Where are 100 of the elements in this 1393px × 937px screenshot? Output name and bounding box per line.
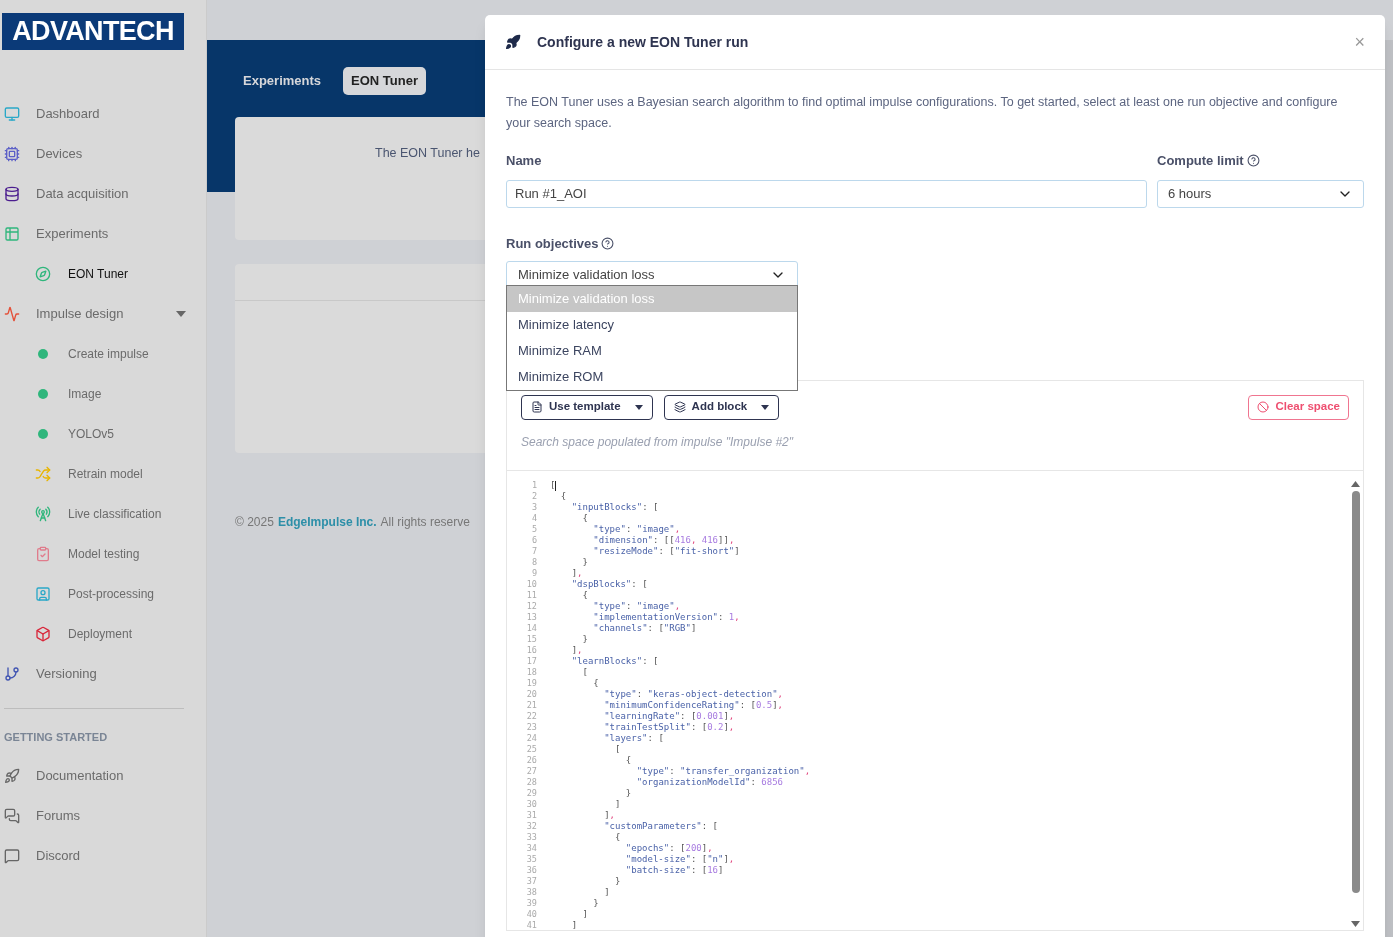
branch-icon [4, 666, 20, 682]
code-line: "inputBlocks": [ [570, 502, 659, 513]
code-line: { [592, 678, 599, 689]
sidebar-subitem[interactable]: Deployment [68, 625, 133, 643]
sidebar-link[interactable]: Forums [36, 805, 81, 826]
line-number: 28 [525, 777, 537, 788]
code-line: { [581, 590, 588, 601]
text-cursor [555, 480, 557, 491]
document-icon [531, 401, 543, 413]
sidebar-item[interactable]: Dashboard [36, 104, 100, 124]
line-number: 33 [525, 832, 537, 843]
sidebar-subitem[interactable]: Post-processing [68, 585, 155, 603]
template-button[interactable]: Use template [521, 394, 653, 420]
chip-icon [4, 146, 20, 162]
grid-icon [4, 226, 20, 242]
logo: ADVANTECH [2, 13, 184, 50]
dropdown-option[interactable]: Minimize RAM [507, 338, 797, 364]
rocket-icon [4, 767, 20, 784]
line-number: 37 [525, 876, 537, 887]
line-number: 4 [530, 513, 537, 524]
code-line: "batch-size": [16] [624, 865, 724, 876]
line-number: 9 [530, 568, 537, 579]
company-link[interactable]: EdgeImpulse Inc. [277, 513, 377, 531]
line-number: 18 [525, 667, 537, 678]
code-line: ], [570, 568, 583, 579]
line-number: 39 [525, 898, 537, 909]
code-line: { [559, 491, 567, 502]
line-number: 16 [525, 645, 537, 656]
sidebar-item[interactable]: Versioning [36, 664, 97, 684]
help-icon[interactable] [1246, 154, 1260, 168]
dropdown-option[interactable]: Minimize ROM [507, 364, 797, 390]
sidebar-item[interactable]: Experiments [36, 224, 109, 244]
layers-icon [673, 401, 686, 413]
sidebar-subitem[interactable]: Retrain model [68, 465, 143, 483]
code-line: "customParameters": [ [603, 821, 718, 832]
code-line: "resizeMode": ["fit-short"] [592, 546, 740, 557]
name-input[interactable]: Run #1_AOI [506, 179, 1147, 208]
clear-space-button[interactable]: Clear space [1248, 394, 1349, 420]
page-scrollbar[interactable] [1385, 40, 1393, 937]
intro-text: The EON Tuner he [375, 146, 480, 160]
line-number: 41 [525, 920, 537, 930]
line-number: 3 [530, 502, 537, 513]
antenna-icon [35, 506, 51, 522]
sidebar-subitem[interactable]: Create impulse [68, 345, 149, 363]
page-tab[interactable]: Experiments [235, 67, 330, 95]
line-number: 31 [525, 810, 537, 821]
line-number: 13 [525, 612, 537, 623]
line-number: 35 [525, 854, 537, 865]
code-line: } [614, 876, 621, 887]
add-block-button[interactable]: Add block [663, 394, 780, 420]
code-line: "channels": ["RGB"] [592, 623, 697, 634]
close-button[interactable]: × [1354, 28, 1365, 56]
dropdown-option[interactable]: Minimize latency [507, 312, 797, 338]
field-label: Name [506, 152, 543, 170]
sidebar-item[interactable]: Impulse design [36, 304, 124, 324]
sidebar-subitem[interactable]: Image [68, 385, 102, 403]
line-number: 34 [525, 843, 537, 854]
caret-icon[interactable] [176, 311, 186, 317]
editor-scrollbar[interactable] [1351, 481, 1360, 927]
line-number: 29 [525, 788, 537, 799]
line-number: 19 [525, 678, 537, 689]
code-line: "dspBlocks": [ [570, 579, 648, 590]
badge-icon [35, 586, 51, 602]
sidebar-item[interactable]: Data acquisition [36, 184, 129, 204]
code-line: "epochs": [200], [624, 843, 713, 854]
line-number: 40 [525, 909, 537, 920]
line-number: 5 [530, 524, 537, 535]
code-line: "trainTestSplit": [0.2], [603, 722, 735, 733]
field-label: Compute limit [1157, 152, 1244, 170]
prohibited-icon [1257, 401, 1270, 413]
compute-limit-select[interactable]: 6 hours [1157, 179, 1364, 208]
page-tab[interactable]: EON Tuner [343, 67, 426, 95]
code-line: } [624, 788, 632, 799]
line-number: 8 [530, 557, 537, 568]
sidebar-subitem[interactable]: EON Tuner [68, 265, 129, 283]
help-icon[interactable] [601, 236, 615, 250]
line-number: 10 [525, 579, 537, 590]
database-icon [4, 186, 20, 202]
code-line: "minimumConfidenceRating": [0.5], [603, 700, 784, 711]
sidebar-subitem[interactable]: Live classification [68, 505, 162, 523]
caret-icon [634, 404, 643, 410]
field-label: Run objectives [506, 234, 599, 253]
code-line: } [581, 634, 588, 645]
sidebar-subitem[interactable]: Model testing [68, 545, 140, 563]
code-line: "layers": [ [603, 733, 664, 744]
cube-icon [35, 626, 51, 642]
line-number: 30 [525, 799, 537, 810]
code-line: [ [614, 744, 621, 755]
sidebar-item[interactable]: Devices [36, 144, 83, 164]
sidebar-subitem[interactable]: YOLOv5 [68, 425, 115, 443]
scroll-up-icon[interactable] [1351, 481, 1360, 487]
code-line: "dimension": [[416, 416]], [592, 535, 735, 546]
sidebar-link[interactable]: Documentation [36, 765, 124, 786]
scroll-down-icon[interactable] [1351, 921, 1360, 927]
code-line: ] [614, 799, 621, 810]
line-number: 17 [525, 656, 537, 667]
sidebar-link[interactable]: Discord [36, 845, 81, 866]
monitor-icon [4, 106, 20, 122]
line-number: 32 [525, 821, 537, 832]
line-number: 1 [530, 480, 537, 491]
